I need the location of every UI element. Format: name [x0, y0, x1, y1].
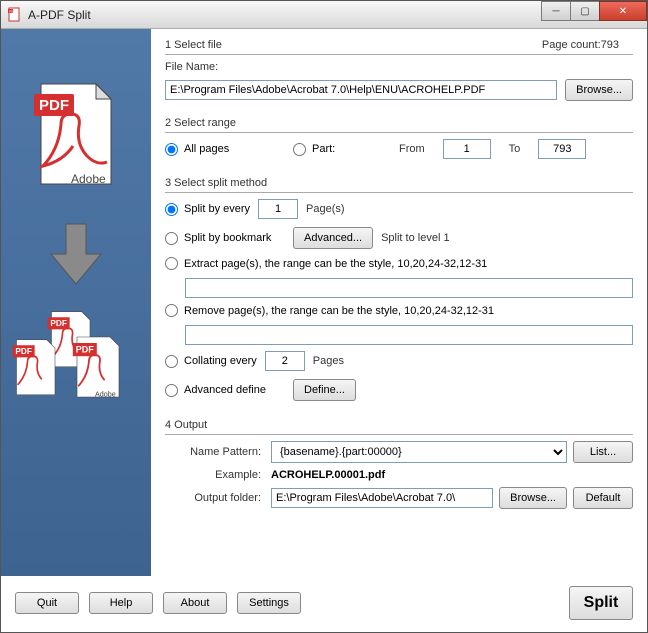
svg-text:PDF: PDF: [76, 345, 95, 355]
browse-file-button[interactable]: Browse...: [565, 79, 633, 101]
window-controls: ─ ▢ ✕: [542, 1, 647, 21]
pdf-result-cluster-icon: PDF PDF PDF Adobe: [11, 309, 141, 409]
maximize-button[interactable]: ▢: [570, 1, 600, 21]
collating-input[interactable]: [265, 351, 305, 371]
radio-split-bookmark[interactable]: Split by bookmark: [165, 232, 285, 245]
svg-text:PDF: PDF: [9, 9, 15, 13]
svg-text:PDF: PDF: [50, 319, 67, 328]
split-button[interactable]: Split: [569, 586, 633, 620]
name-pattern-select[interactable]: {basename}.{part:00000}: [271, 441, 567, 463]
section-split-method: 3 Select split method Split by every Pag…: [165, 177, 633, 409]
close-button[interactable]: ✕: [599, 1, 647, 21]
window-title: A-PDF Split: [28, 8, 91, 22]
app-window: PDF A-PDF Split ─ ▢ ✕ PDF Adobe PDF PDF: [0, 0, 648, 633]
split-every-input[interactable]: [258, 199, 298, 219]
footer: Quit Help About Settings Split: [1, 576, 647, 632]
help-button[interactable]: Help: [89, 592, 153, 614]
svg-text:PDF: PDF: [39, 97, 69, 114]
minimize-button[interactable]: ─: [541, 1, 571, 21]
pdf-source-icon: PDF Adobe: [31, 79, 121, 189]
from-input[interactable]: [443, 139, 491, 159]
radio-all-pages[interactable]: All pages: [165, 143, 275, 156]
pages-suffix: Page(s): [306, 203, 345, 215]
section2-title: 2 Select range: [165, 117, 633, 133]
radio-extract[interactable]: Extract page(s), the range can be the st…: [165, 257, 487, 270]
default-output-button[interactable]: Default: [573, 487, 633, 509]
page-count-label: Page count:: [542, 39, 601, 51]
example-value: ACROHELP.00001.pdf: [271, 469, 633, 481]
content: 1 Select file Page count:793 File Name: …: [151, 29, 647, 576]
titlebar: PDF A-PDF Split ─ ▢ ✕: [1, 1, 647, 29]
to-label: To: [509, 143, 521, 155]
section3-title: 3 Select split method: [165, 177, 633, 193]
page-count-value: 793: [601, 39, 619, 51]
radio-part[interactable]: Part:: [293, 143, 343, 156]
radio-collating[interactable]: Collating every: [165, 355, 257, 368]
from-label: From: [399, 143, 425, 155]
output-folder-input[interactable]: [271, 488, 493, 508]
to-input[interactable]: [538, 139, 586, 159]
page-count-display: Page count:793: [542, 39, 619, 51]
section-select-range: 2 Select range All pages Part: From To: [165, 117, 633, 167]
extract-range-input[interactable]: [185, 278, 633, 298]
svg-text:Adobe: Adobe: [95, 389, 116, 398]
split-to-level-label: Split to level 1: [381, 232, 449, 244]
radio-split-every[interactable]: Split by every: [165, 203, 250, 216]
browse-output-button[interactable]: Browse...: [499, 487, 567, 509]
svg-text:PDF: PDF: [15, 347, 32, 356]
radio-remove[interactable]: Remove page(s), the range can be the sty…: [165, 304, 494, 317]
section-select-file: 1 Select file Page count:793 File Name: …: [165, 39, 633, 107]
body: PDF Adobe PDF PDF PDF Adobe 1 Select file…: [1, 29, 647, 576]
list-button[interactable]: List...: [573, 441, 633, 463]
quit-button[interactable]: Quit: [15, 592, 79, 614]
file-name-label: File Name:: [165, 61, 218, 73]
section-output: 4 Output Name Pattern: {basename}.{part:…: [165, 419, 633, 509]
define-button[interactable]: Define...: [293, 379, 356, 401]
name-pattern-label: Name Pattern:: [165, 446, 265, 458]
output-folder-label: Output folder:: [165, 492, 265, 504]
svg-text:Adobe: Adobe: [71, 172, 106, 186]
radio-advanced-define[interactable]: Advanced define: [165, 384, 285, 397]
app-icon: PDF: [7, 7, 23, 23]
remove-range-input[interactable]: [185, 325, 633, 345]
sidebar: PDF Adobe PDF PDF PDF Adobe: [1, 29, 151, 576]
about-button[interactable]: About: [163, 592, 227, 614]
collating-pages-label: Pages: [313, 355, 344, 367]
settings-button[interactable]: Settings: [237, 592, 301, 614]
arrow-down-icon: [46, 219, 106, 289]
file-name-input[interactable]: [165, 80, 557, 100]
advanced-bookmark-button[interactable]: Advanced...: [293, 227, 373, 249]
section4-title: 4 Output: [165, 419, 633, 435]
example-label: Example:: [165, 469, 265, 481]
